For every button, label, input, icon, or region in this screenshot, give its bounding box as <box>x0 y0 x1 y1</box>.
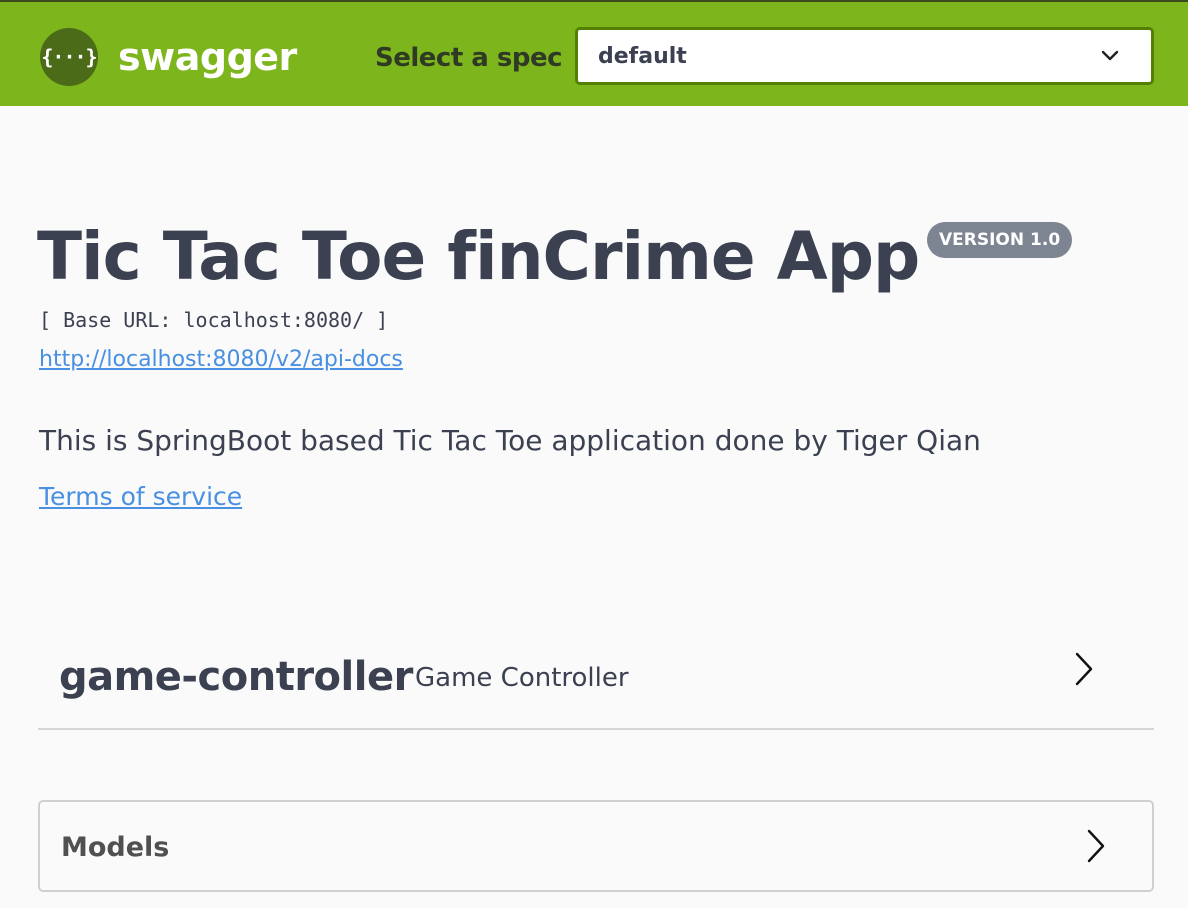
models-section[interactable]: Models <box>38 800 1154 892</box>
brand-name[interactable]: swagger <box>118 32 297 82</box>
tag-section-game-controller[interactable]: game-controller Game Controller <box>38 620 1154 730</box>
swagger-logo-icon[interactable]: {···} <box>40 28 98 86</box>
tag-name: game-controller <box>59 654 413 700</box>
version-badge: VERSION 1.0 <box>927 222 1073 258</box>
api-description: This is SpringBoot based Tic Tac Toe app… <box>39 424 981 457</box>
page-title: Tic Tac Toe finCrime App <box>37 218 920 295</box>
models-label: Models <box>61 832 170 863</box>
spec-select-value: default <box>598 43 687 69</box>
chevron-down-icon <box>1101 50 1119 61</box>
terms-of-service-link[interactable]: Terms of service <box>39 479 242 515</box>
chevron-right-icon[interactable] <box>1073 651 1095 687</box>
chevron-right-icon[interactable] <box>1085 828 1107 864</box>
spec-select-label: Select a spec <box>375 43 563 73</box>
logo-glyph: {···} <box>41 45 97 69</box>
tag-description: Game Controller <box>415 663 629 693</box>
api-docs-link[interactable]: http://localhost:8080/v2/api-docs <box>39 344 403 376</box>
base-url: [ Base URL: localhost:8080/ ] <box>39 308 389 332</box>
topbar: {···} swagger Select a spec default <box>0 0 1188 106</box>
spec-select[interactable]: default <box>575 27 1154 85</box>
